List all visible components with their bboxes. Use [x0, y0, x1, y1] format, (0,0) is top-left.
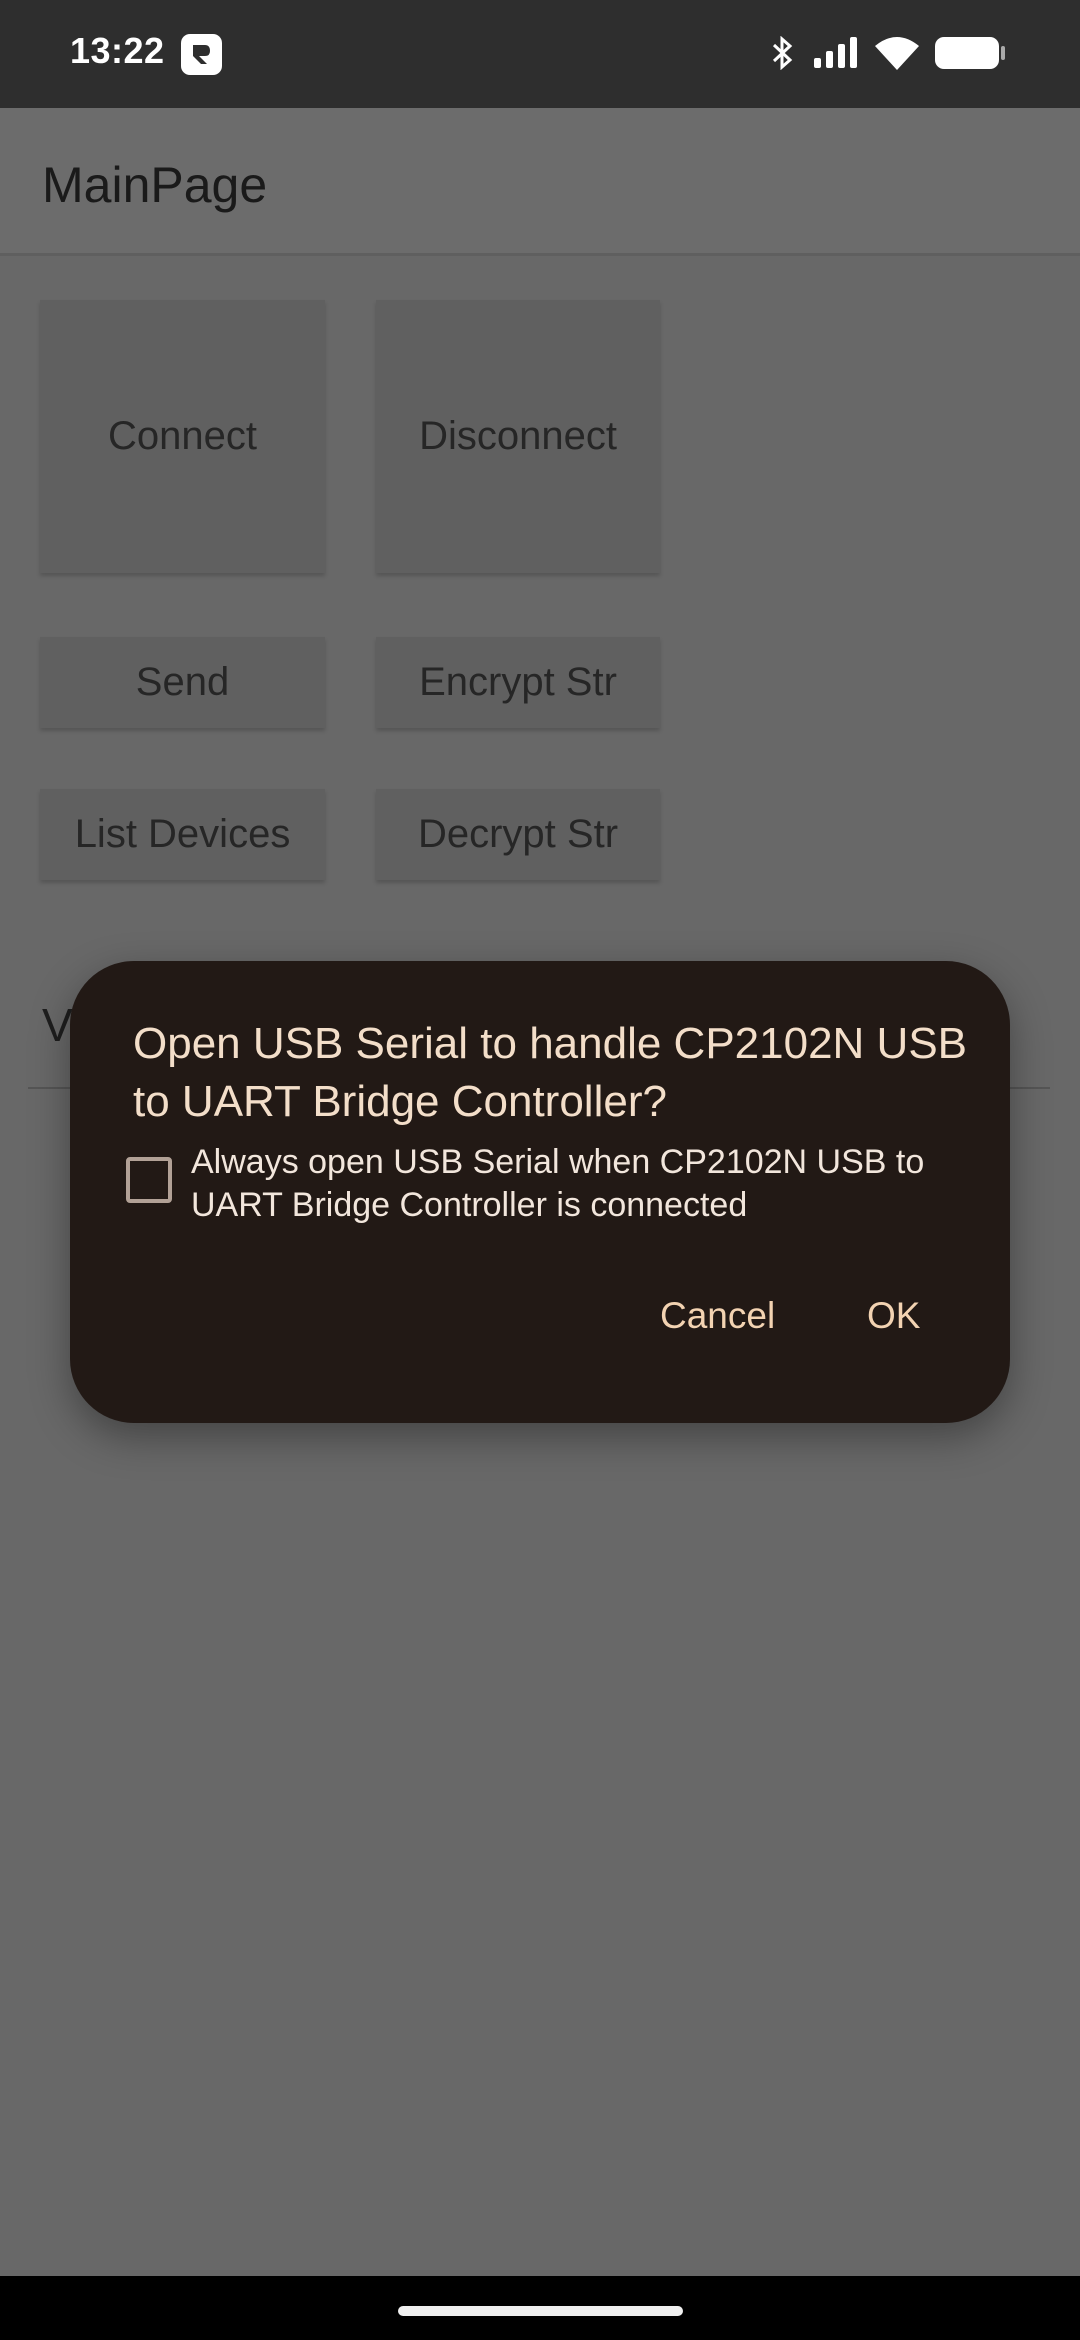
list-devices-button[interactable]: List Devices	[40, 789, 325, 880]
dialog-title: Open USB Serial to handle CP2102N USB to…	[133, 1019, 968, 1126]
app-badge-icon	[181, 34, 222, 75]
always-open-label[interactable]: Always open USB Serial when CP2102N USB …	[191, 1141, 991, 1227]
connect-button[interactable]: Connect	[40, 300, 325, 573]
encrypt-str-button[interactable]: Encrypt Str	[376, 637, 660, 728]
bluetooth-icon	[768, 35, 798, 75]
disconnect-button[interactable]: Disconnect	[376, 300, 660, 573]
page-title: MainPage	[42, 157, 268, 213]
signal-icon	[812, 36, 860, 75]
wifi-icon	[874, 34, 920, 77]
app-bar: MainPage	[0, 108, 1080, 256]
send-button[interactable]: Send	[40, 637, 325, 728]
decrypt-str-button[interactable]: Decrypt Str	[376, 789, 660, 880]
status-time: 13:22	[70, 30, 165, 71]
usb-permission-dialog: Open USB Serial to handle CP2102N USB to…	[70, 961, 1010, 1423]
always-open-checkbox[interactable]	[126, 1157, 172, 1203]
status-bar: 13:22	[0, 0, 1080, 108]
partial-label: V	[42, 999, 73, 1051]
ok-button[interactable]: OK	[867, 1295, 920, 1337]
cancel-button[interactable]: Cancel	[660, 1295, 775, 1337]
home-indicator[interactable]	[398, 2306, 683, 2316]
battery-icon	[934, 36, 1006, 75]
